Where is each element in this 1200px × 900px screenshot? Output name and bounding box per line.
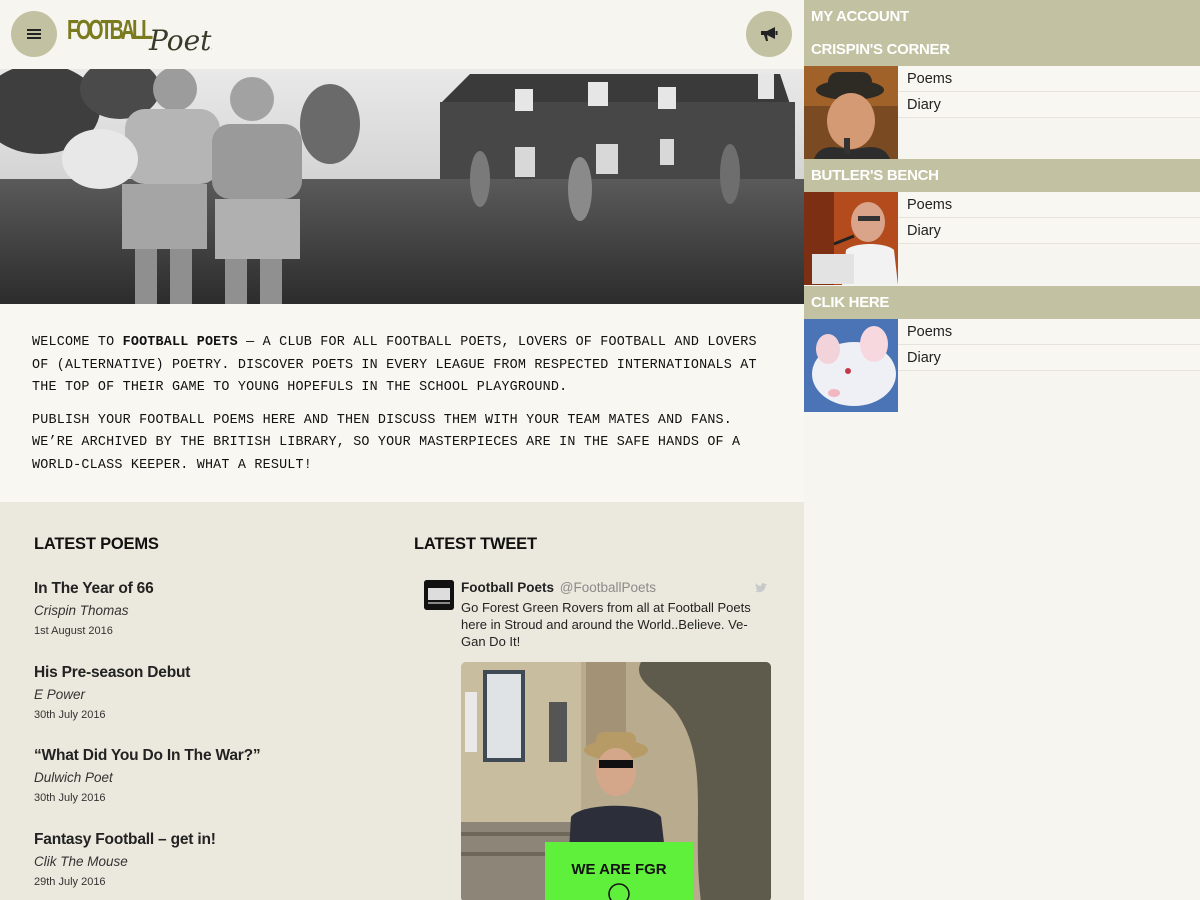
my-account-link[interactable]: MY ACCOUNT (804, 0, 1200, 33)
section-crispins-corner: Poems Diary (804, 66, 1200, 159)
intro-text: Welcome to (32, 335, 123, 350)
poem-title-link[interactable]: His Pre-season Debut (34, 664, 374, 682)
poem-author: E Power (34, 687, 86, 702)
intro-paragraph-1: Welcome to Football Poets — a club for a… (32, 332, 772, 400)
poem-item: “What Did You Do In The War?” Dulwich Po… (34, 747, 374, 804)
tweet-card: Football Poets @FootballPoets Go Forest … (424, 580, 774, 900)
poem-title-link[interactable]: In The Year of 66 (34, 580, 374, 598)
menu-button[interactable] (11, 11, 57, 57)
tweet-handle[interactable]: @FootballPoets (560, 580, 656, 595)
poem-date: 30th July 2016 (34, 792, 106, 804)
butler-photo[interactable] (804, 192, 898, 285)
section-heading-butlers-bench[interactable]: BUTLER'S BENCH (804, 159, 1200, 192)
intro-paragraph-2: Publish your football poems here and the… (32, 412, 741, 473)
poem-item: His Pre-season Debut E Power 30th July 2… (34, 664, 374, 721)
mouse-photo[interactable] (804, 319, 898, 412)
logo-text-football: FOOTBALL (67, 15, 153, 46)
poem-date: 29th July 2016 (34, 876, 106, 888)
intro-brand-name: Football Poets (122, 335, 238, 350)
crispins-corner-poems-link[interactable]: Poems (898, 66, 1200, 92)
photo-sign-text: WE ARE FGR (571, 861, 666, 878)
top-bar: FOOTBALL Poets (0, 0, 804, 69)
hamburger-icon (27, 29, 41, 39)
tweet-author-name[interactable]: Football Poets (461, 580, 554, 595)
section-heading-clik-here[interactable]: CLIK HERE (804, 286, 1200, 319)
lower-panel: LATEST POEMS LATEST TWEET In The Year of… (0, 502, 804, 900)
megaphone-icon (761, 27, 778, 41)
section-butlers-bench: Poems Diary (804, 192, 1200, 285)
clik-here-diary-link[interactable]: Diary (898, 345, 1200, 371)
latest-tweet-heading: LATEST TWEET (414, 535, 537, 553)
butlers-bench-poems-link[interactable]: Poems (898, 192, 1200, 218)
poem-author: Dulwich Poet (34, 770, 113, 785)
hero-photo (0, 69, 804, 304)
logo-text-poets: Poets (148, 24, 212, 57)
avatar-image (424, 580, 454, 610)
football-poets-logo[interactable]: FOOTBALL Poets (67, 8, 212, 60)
poem-date: 1st August 2016 (34, 625, 113, 637)
tweet-header: Football Poets @FootballPoets (461, 580, 656, 595)
intro-text-block: Welcome to Football Poets — a club for a… (0, 304, 804, 502)
main-column: FOOTBALL Poets (0, 0, 804, 900)
announce-button[interactable] (746, 11, 792, 57)
crispins-corner-diary-link[interactable]: Diary (898, 92, 1200, 118)
section-heading-crispins-corner[interactable]: CRISPIN'S CORNER (804, 33, 1200, 66)
poem-title-link[interactable]: Fantasy Football – get in! (34, 831, 374, 849)
poem-title-link[interactable]: “What Did You Do In The War?” (34, 747, 374, 765)
butlers-bench-diary-link[interactable]: Diary (898, 218, 1200, 244)
clik-here-poems-link[interactable]: Poems (898, 319, 1200, 345)
section-clik-here: Poems Diary (804, 319, 1200, 412)
poem-author: Clik The Mouse (34, 854, 128, 869)
sidebar: MY ACCOUNT CRISPIN'S CORNER Poems Diary … (804, 0, 1200, 900)
tweet-avatar[interactable] (424, 580, 454, 610)
poem-item: Fantasy Football – get in! Clik The Mous… (34, 831, 374, 888)
latest-poems-heading: LATEST POEMS (34, 535, 159, 553)
tweet-text: Go Forest Green Rovers from all at Footb… (461, 600, 751, 649)
twitter-bird-icon[interactable] (754, 582, 768, 594)
poem-author: Crispin Thomas (34, 603, 129, 618)
crispin-photo[interactable] (804, 66, 898, 159)
poem-item: In The Year of 66 Crispin Thomas 1st Aug… (34, 580, 374, 637)
tweet-photo[interactable]: WE ARE FGR (461, 662, 771, 900)
poem-date: 30th July 2016 (34, 709, 106, 721)
